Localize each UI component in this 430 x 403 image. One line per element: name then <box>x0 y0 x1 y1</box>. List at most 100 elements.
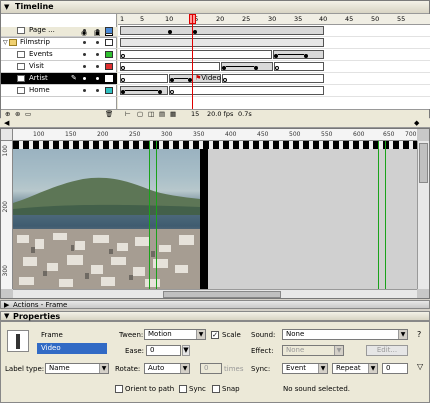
trash-icon[interactable]: 🗑 <box>105 110 113 119</box>
city-bay-photo[interactable] <box>13 149 200 289</box>
properties-panel-header[interactable]: ▼ Properties <box>0 311 430 321</box>
keyframe[interactable] <box>304 54 308 58</box>
layer-color-swatch[interactable] <box>105 51 113 58</box>
layer-color-swatch[interactable] <box>105 87 113 94</box>
frame-row-home[interactable] <box>118 85 430 97</box>
scene-icon[interactable]: ◀ <box>4 119 9 127</box>
add-folder-icon[interactable]: ▭ <box>25 110 31 119</box>
folder-expand-icon[interactable]: ▽ <box>3 37 8 48</box>
ease-slider-button[interactable]: ▼ <box>182 345 190 356</box>
blank-keyframe[interactable] <box>121 78 125 82</box>
vertical-ruler[interactable]: 100 200 300 <box>1 141 13 289</box>
guide-line[interactable] <box>385 141 386 289</box>
lock-dot[interactable] <box>96 89 99 92</box>
dropdown-arrow-icon[interactable]: ▼ <box>196 330 205 339</box>
lock-dot[interactable] <box>96 29 99 32</box>
lock-dot[interactable] <box>96 65 99 68</box>
add-guide-icon[interactable]: ⊛ <box>15 110 20 119</box>
orient-checkbox[interactable] <box>115 385 123 393</box>
dropdown-arrow-icon[interactable]: ▼ <box>368 364 377 373</box>
horizontal-scrollbar[interactable] <box>13 289 417 298</box>
expand-arrow-icon[interactable]: ▶ <box>4 301 9 309</box>
layer-visit[interactable]: Visit <box>1 61 117 73</box>
scroll-thumb[interactable] <box>419 143 428 183</box>
collapse-arrow-icon[interactable]: ▼ <box>4 312 9 321</box>
layer-artist[interactable]: Artist ✎ <box>1 73 117 85</box>
add-layer-icon[interactable]: ⊕ <box>5 110 10 119</box>
onion-outline-icon[interactable]: ◫ <box>148 110 154 119</box>
stage-area[interactable]: 100 150 200 250 300 350 400 450 500 550 … <box>0 128 430 299</box>
edit-symbols-icon[interactable]: ◆ <box>414 119 419 127</box>
visibility-dot[interactable] <box>83 89 86 92</box>
collapse-arrow-icon[interactable]: ▼ <box>4 1 9 13</box>
horizontal-ruler[interactable]: 100 150 200 250 300 350 400 450 500 550 … <box>13 129 417 141</box>
actions-panel-header[interactable]: ▶ Actions - Frame <box>0 300 430 309</box>
layer-filmstrip[interactable]: ▽ Filmstrip <box>1 37 117 49</box>
layer-events[interactable]: Events <box>1 49 117 61</box>
frame-row-artist[interactable]: ⚑Video <box>118 73 430 85</box>
blank-keyframe[interactable] <box>121 66 125 70</box>
guide-line[interactable] <box>149 141 150 289</box>
ease-input[interactable]: 0 <box>146 345 181 356</box>
help-icon[interactable]: ? <box>417 330 421 339</box>
center-frame-icon[interactable]: ⊢ <box>125 110 131 119</box>
frame-row-page[interactable] <box>118 25 430 37</box>
visibility-dot[interactable] <box>83 65 86 68</box>
sync-select[interactable]: Event ▼ <box>282 363 328 374</box>
repeat-count-input[interactable]: 0 <box>382 363 408 374</box>
lock-dot[interactable] <box>96 53 99 56</box>
edit-button[interactable]: Edit... <box>366 345 408 356</box>
blank-keyframe[interactable] <box>275 66 279 70</box>
vertical-scrollbar[interactable] <box>417 141 429 289</box>
dropdown-arrow-icon[interactable]: ▼ <box>398 330 407 339</box>
dropdown-arrow-icon[interactable]: ▼ <box>334 346 343 355</box>
visibility-dot[interactable] <box>83 53 86 56</box>
keyframe[interactable] <box>193 30 197 34</box>
repeat-select[interactable]: Repeat ▼ <box>332 363 378 374</box>
effect-select[interactable]: None ▼ <box>282 345 344 356</box>
snap-checkbox[interactable] <box>212 385 220 393</box>
keyframe[interactable] <box>254 66 258 70</box>
label-type-select[interactable]: Name ▼ <box>45 363 109 374</box>
frame-ruler[interactable]: 1 5 10 15 20 25 30 35 40 45 50 55 <box>118 14 430 25</box>
onion-markers-icon[interactable]: ▦ <box>170 110 176 119</box>
rotate-select[interactable]: Auto ▼ <box>144 363 190 374</box>
sync-checkbox[interactable] <box>179 385 187 393</box>
scroll-thumb[interactable] <box>163 291 281 298</box>
frame-row-events[interactable] <box>118 49 430 61</box>
layer-color-swatch[interactable] <box>105 63 113 70</box>
frame-grid[interactable]: 1 5 10 15 20 25 30 35 40 45 50 55 <box>118 14 430 109</box>
expand-panel-icon[interactable]: ▽ <box>417 362 423 371</box>
rotate-times-input[interactable]: 0 <box>200 363 222 374</box>
guide-line[interactable] <box>156 141 157 289</box>
lock-dot[interactable] <box>96 41 99 44</box>
timeline-header[interactable]: ▼ Timeline <box>1 1 429 14</box>
frame-name-input[interactable]: Video <box>37 343 107 354</box>
keyframe[interactable] <box>168 30 172 34</box>
frame-row-filmstrip[interactable] <box>118 37 430 49</box>
keyframe[interactable] <box>158 90 162 94</box>
ruler-label: 600 <box>353 131 365 138</box>
visibility-dot[interactable] <box>83 29 86 32</box>
frame-row-visit[interactable] <box>118 61 430 73</box>
blank-keyframe[interactable] <box>121 54 125 58</box>
edit-multiple-icon[interactable]: ▤ <box>159 110 165 119</box>
visibility-dot[interactable] <box>83 77 86 80</box>
lock-dot[interactable] <box>96 77 99 80</box>
blank-keyframe[interactable] <box>170 90 174 94</box>
layer-page[interactable]: Page ... <box>1 25 117 37</box>
blank-keyframe[interactable] <box>223 78 227 82</box>
layer-home[interactable]: Home <box>1 85 117 97</box>
dropdown-arrow-icon[interactable]: ▼ <box>180 364 189 373</box>
layer-color-swatch[interactable] <box>105 39 113 46</box>
guide-line[interactable] <box>378 141 379 289</box>
dropdown-arrow-icon[interactable]: ▼ <box>99 364 108 373</box>
layer-color-swatch[interactable] <box>105 27 113 34</box>
tween-select[interactable]: Motion ▼ <box>144 329 206 340</box>
onion-skin-icon[interactable]: ▢ <box>137 110 143 119</box>
dropdown-arrow-icon[interactable]: ▼ <box>318 364 327 373</box>
scale-checkbox[interactable]: ✓ <box>211 331 219 339</box>
sound-select[interactable]: None ▼ <box>282 329 408 340</box>
visibility-dot[interactable] <box>83 41 86 44</box>
layer-color-swatch[interactable] <box>105 75 113 82</box>
